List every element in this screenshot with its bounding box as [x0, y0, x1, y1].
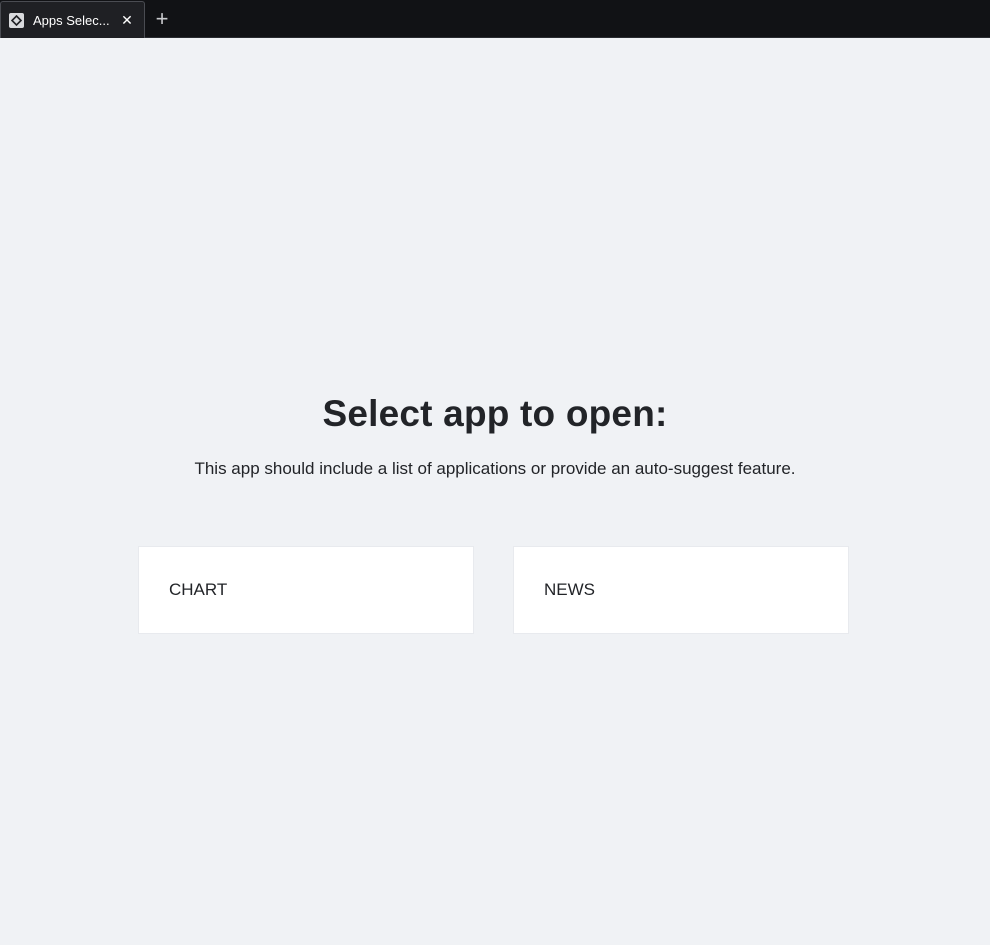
browser-tab-apps-selector[interactable]: Apps Selec... ✕ — [0, 1, 145, 38]
app-card-label: NEWS — [544, 580, 595, 599]
app-selector-page: Select app to open: This app should incl… — [0, 39, 990, 945]
page-title: Select app to open: — [322, 393, 668, 434]
app-card-chart[interactable]: CHART — [138, 546, 474, 634]
app-card-label: CHART — [169, 580, 228, 599]
tab-title: Apps Selec... — [33, 12, 110, 28]
new-tab-button[interactable]: + — [150, 6, 174, 32]
app-card-news[interactable]: NEWS — [513, 546, 849, 634]
app-diamond-icon — [9, 12, 24, 28]
close-icon[interactable]: ✕ — [121, 12, 133, 29]
browser-tab-bar: Apps Selec... ✕ + — [0, 0, 990, 38]
page-subtitle: This app should include a list of applic… — [194, 459, 796, 478]
